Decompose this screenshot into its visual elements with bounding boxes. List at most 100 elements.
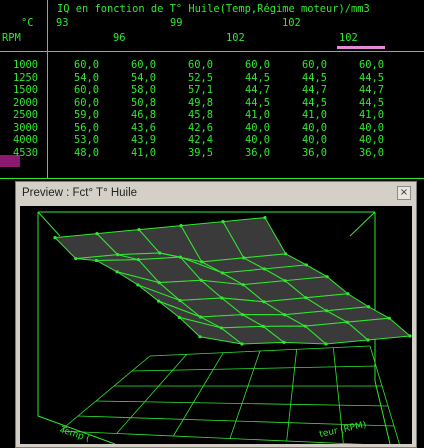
value-cell[interactable]: 43,6 [104, 122, 156, 134]
value-cell[interactable]: 40,0 [218, 122, 270, 134]
rpm-cell[interactable]: 1000 [2, 59, 38, 71]
value-cell[interactable]: 40,0 [275, 122, 327, 134]
temp-header-5[interactable]: 102 [282, 17, 301, 29]
surface-point [198, 315, 203, 319]
value-cell[interactable]: 44,5 [332, 72, 384, 84]
floor-gridline [149, 345, 371, 357]
value-cell[interactable]: 36,0 [332, 147, 384, 159]
temp-header-4[interactable]: 102 [226, 32, 245, 44]
preview-title: Preview : Fct° T° Huile [22, 187, 138, 199]
value-cell[interactable]: 46,8 [104, 109, 156, 121]
value-cell[interactable]: 44,5 [275, 97, 327, 109]
surface-point [136, 258, 141, 262]
temp-header-1[interactable]: 93 [56, 17, 69, 29]
value-cell[interactable]: 44,5 [275, 72, 327, 84]
floor-gridline [116, 354, 187, 434]
value-cell[interactable]: 60,0 [104, 59, 156, 71]
value-cell[interactable]: 44,5 [218, 72, 270, 84]
value-cell[interactable]: 60,0 [332, 59, 384, 71]
value-cell[interactable]: 43,9 [104, 134, 156, 146]
temp-header-2[interactable]: 96 [113, 32, 126, 44]
surface-point [95, 232, 99, 236]
value-cell[interactable]: 57,1 [161, 84, 213, 96]
surface-plot-canvas[interactable]: Temp ( teur (RPM) [20, 206, 412, 444]
preview-window[interactable]: Preview : Fct° T° Huile × Temp ( teur (R… [15, 181, 417, 448]
surface-point [156, 299, 161, 303]
floor-gridline [95, 400, 389, 407]
axis-temp-label: Temp ( [58, 425, 91, 444]
rpm-cell[interactable]: 1250 [2, 72, 38, 84]
surface-point [366, 305, 371, 309]
value-cell[interactable]: 50,8 [104, 97, 156, 109]
preview-titlebar[interactable]: Preview : Fct° T° Huile × [19, 185, 413, 203]
surface-point [115, 270, 119, 274]
floor-gridline [286, 349, 298, 442]
value-cell[interactable]: 48,0 [47, 147, 99, 159]
surface-point [74, 257, 78, 261]
value-cell[interactable]: 52,5 [161, 72, 213, 84]
value-cell[interactable]: 36,0 [275, 147, 327, 159]
value-cell[interactable]: 39,5 [161, 147, 213, 159]
value-cell[interactable]: 40,0 [332, 134, 384, 146]
box-edge [37, 211, 61, 237]
floor-gridline [131, 365, 377, 372]
value-cell[interactable]: 40,0 [218, 134, 270, 146]
surface-point [198, 335, 202, 339]
value-cell[interactable]: 60,0 [275, 59, 327, 71]
rpm-cell[interactable]: 4000 [2, 134, 38, 146]
value-cell[interactable]: 44,7 [332, 84, 384, 96]
value-cell[interactable]: 41,0 [332, 109, 384, 121]
value-cell[interactable]: 42,4 [161, 134, 213, 146]
surface-point [157, 281, 161, 285]
surface-point [282, 313, 287, 317]
value-cell[interactable]: 60,0 [161, 59, 213, 71]
surface-point [283, 279, 287, 283]
value-cell[interactable]: 45,8 [161, 109, 213, 121]
rpm-cell[interactable]: 2000 [2, 97, 38, 109]
value-cell[interactable]: 44,7 [218, 84, 270, 96]
surface-point [177, 315, 181, 319]
value-cell[interactable]: 60,0 [47, 97, 99, 109]
surface-point [303, 324, 307, 328]
value-cell[interactable]: 36,0 [218, 147, 270, 159]
floor-gridline [172, 352, 224, 437]
value-cell[interactable]: 41,0 [218, 109, 270, 121]
surface-point [241, 283, 245, 287]
value-cell[interactable]: 53,0 [47, 134, 99, 146]
rpm-cell[interactable]: 4530 [2, 147, 38, 159]
value-cell[interactable]: 60,0 [47, 59, 99, 71]
value-cell[interactable]: 44,5 [218, 97, 270, 109]
value-cell[interactable]: 56,0 [47, 122, 99, 134]
rpm-cell[interactable]: 3000 [2, 122, 38, 134]
surface-point [116, 253, 120, 257]
surface-point [242, 256, 246, 260]
value-cell[interactable]: 40,0 [332, 122, 384, 134]
value-cell[interactable]: 42,6 [161, 122, 213, 134]
value-cell[interactable]: 40,0 [275, 134, 327, 146]
value-cell[interactable]: 41,0 [275, 109, 327, 121]
value-cell[interactable]: 49,8 [161, 97, 213, 109]
surface-point [53, 236, 57, 240]
temp-header-6[interactable]: 102 [339, 32, 358, 44]
value-cell[interactable]: 44,5 [332, 97, 384, 109]
surface-point [199, 278, 203, 282]
value-cell[interactable]: 44,7 [275, 84, 327, 96]
close-button[interactable]: × [397, 186, 411, 200]
value-cell[interactable]: 54,0 [47, 72, 99, 84]
value-cell[interactable]: 58,0 [104, 84, 156, 96]
temp-header-3[interactable]: 99 [170, 17, 183, 29]
value-cell[interactable]: 41,0 [104, 147, 156, 159]
value-cell[interactable]: 60,0 [218, 59, 270, 71]
surface-point [158, 251, 162, 255]
rpm-cell[interactable]: 1500 [2, 84, 38, 96]
value-cell[interactable]: 60,0 [47, 84, 99, 96]
surface-point [240, 342, 244, 346]
surface-point [94, 258, 99, 263]
surface-point [200, 260, 204, 264]
column-selection-marker [337, 46, 385, 49]
value-cell[interactable]: 54,0 [104, 72, 156, 84]
floor-gridline [229, 350, 261, 439]
value-cell[interactable]: 59,0 [47, 109, 99, 121]
rpm-cell[interactable]: 2500 [2, 109, 38, 121]
surface-point [345, 320, 349, 324]
